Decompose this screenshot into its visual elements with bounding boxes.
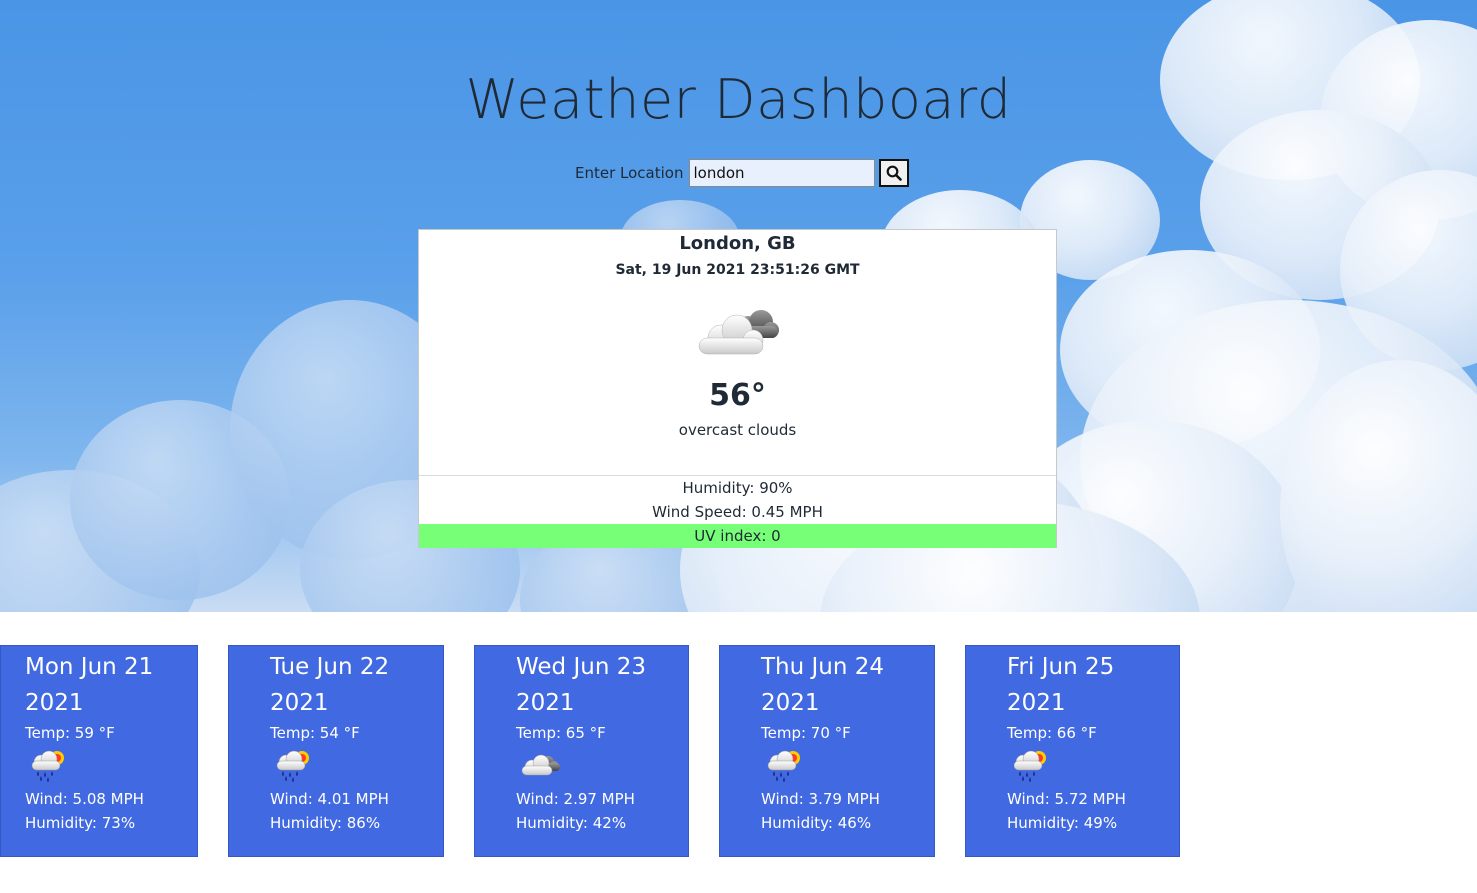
rain-sun-icon	[1009, 747, 1053, 783]
uv-index-badge: UV index: 0	[419, 524, 1056, 548]
forecast-card: Thu Jun 24 2021 Temp: 70 °F Wind: 3.79 M…	[719, 645, 935, 857]
forecast-date: Thu Jun 24 2021	[761, 654, 885, 716]
city-name: London, GB	[679, 233, 796, 254]
forecast-humidity: Humidity: 42%	[516, 814, 627, 832]
humidity-value: Humidity: 90%	[682, 479, 793, 497]
forecast-temp: Temp: 59 °F	[25, 724, 115, 742]
search-input[interactable]	[689, 159, 876, 187]
forecast-temp: Temp: 54 °F	[270, 724, 360, 742]
forecast-card: Wed Jun 23 2021 Temp: 65 °F Wind: 2.97 M…	[474, 645, 689, 857]
forecast-wind: Wind: 3.79 MPH	[761, 790, 880, 808]
weather-description: overcast clouds	[678, 421, 797, 439]
cloudy-icon	[518, 747, 562, 783]
forecast-wind: Wind: 5.08 MPH	[25, 790, 144, 808]
forecast-temp: Temp: 70 °F	[761, 724, 851, 742]
search-icon	[887, 165, 903, 181]
overcast-clouds-icon	[693, 298, 783, 358]
forecast-wind: Wind: 4.01 MPH	[270, 790, 389, 808]
forecast-card: Fri Jun 25 2021 Temp: 66 °F Wind: 5.72 M…	[965, 645, 1180, 857]
current-temperature: 56°	[709, 378, 766, 413]
forecast-humidity: Humidity: 46%	[761, 814, 872, 832]
forecast-temp: Temp: 66 °F	[1007, 724, 1097, 742]
forecast-date: Fri Jun 25 2021	[1007, 654, 1115, 716]
forecast-temp: Temp: 65 °F	[516, 724, 606, 742]
forecast-card: Mon Jun 21 2021 Temp: 59 °F Wind: 5.08 M…	[0, 645, 198, 857]
forecast-date: Mon Jun 21 2021	[25, 654, 154, 716]
search-label: Enter Location	[575, 164, 684, 182]
forecast-humidity: Humidity: 73%	[25, 814, 136, 832]
forecast-wind: Wind: 5.72 MPH	[1007, 790, 1126, 808]
forecast-humidity: Humidity: 49%	[1007, 814, 1118, 832]
wind-speed-value: Wind Speed: 0.45 MPH	[652, 503, 823, 521]
forecast-date: Wed Jun 23 2021	[516, 654, 646, 716]
current-weather-card: London, GB Sat, 19 Jun 2021 23:51:26 GMT…	[418, 229, 1057, 548]
rain-sun-icon	[27, 747, 71, 783]
forecast-date: Tue Jun 22 2021	[270, 654, 390, 716]
forecast-card: Tue Jun 22 2021 Temp: 54 °F Wind: 4.01 M…	[228, 645, 444, 857]
rain-sun-icon	[272, 747, 316, 783]
page-title: Weather Dashboard	[465, 68, 1012, 131]
search-button[interactable]	[879, 159, 910, 187]
forecast-wind: Wind: 2.97 MPH	[516, 790, 635, 808]
rain-sun-icon	[763, 747, 807, 783]
forecast-humidity: Humidity: 86%	[270, 814, 381, 832]
current-datetime: Sat, 19 Jun 2021 23:51:26 GMT	[615, 262, 860, 278]
search-form: Enter Location	[575, 158, 910, 188]
